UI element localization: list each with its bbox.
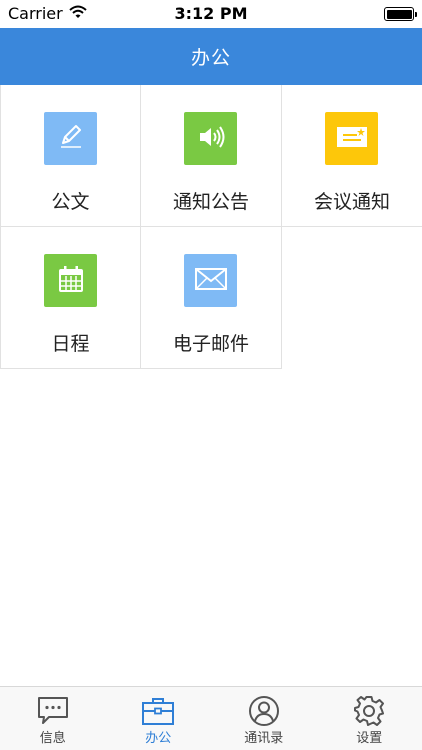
battery-icon: [384, 7, 417, 21]
page-title: 办公: [190, 47, 231, 69]
nav-bar: 办公: [0, 28, 422, 85]
grid-item-meeting-notice[interactable]: 会议通知: [282, 85, 422, 227]
grid-item-document[interactable]: 公文: [0, 85, 141, 227]
grid-tile: [325, 112, 378, 165]
grid-item-label: 会议通知: [313, 191, 390, 213]
calendar-icon: [57, 264, 85, 298]
status-time: 3:12 PM: [174, 4, 248, 23]
gear-icon: [352, 695, 386, 727]
grid-tile: [184, 112, 237, 165]
grid-item-label: 电子邮件: [172, 333, 249, 355]
tab-label: 信息: [39, 731, 66, 746]
tab-bar: 信息 办公 通讯录 设置: [0, 686, 422, 750]
grid-item-label: 通知公告: [172, 191, 249, 213]
contacts-icon: [247, 695, 281, 727]
grid-tile: [184, 254, 237, 307]
document-edit-icon: [56, 122, 86, 156]
tab-messages[interactable]: 信息: [0, 687, 106, 750]
message-icon: [36, 695, 70, 727]
grid-item-label: 日程: [51, 333, 90, 355]
grid-tile: [44, 112, 97, 165]
grid-tile: [44, 254, 97, 307]
speaker-icon: [196, 122, 226, 156]
grid-item-label: 公文: [51, 191, 90, 213]
meeting-card-icon: [336, 124, 368, 154]
grid-item-email[interactable]: 电子邮件: [141, 227, 282, 369]
grid-item-announcement[interactable]: 通知公告: [141, 85, 282, 227]
tab-label: 办公: [145, 731, 172, 746]
tab-label: 设置: [356, 731, 383, 746]
tab-contacts[interactable]: 通讯录: [211, 687, 317, 750]
status-bar: Carrier 3:12 PM: [0, 0, 422, 28]
tab-settings[interactable]: 设置: [317, 687, 422, 750]
grid-item-schedule[interactable]: 日程: [0, 227, 141, 369]
briefcase-icon: [141, 695, 175, 727]
mail-icon: [194, 267, 227, 295]
tab-label: 通讯录: [244, 731, 284, 746]
tab-office[interactable]: 办公: [106, 687, 212, 750]
